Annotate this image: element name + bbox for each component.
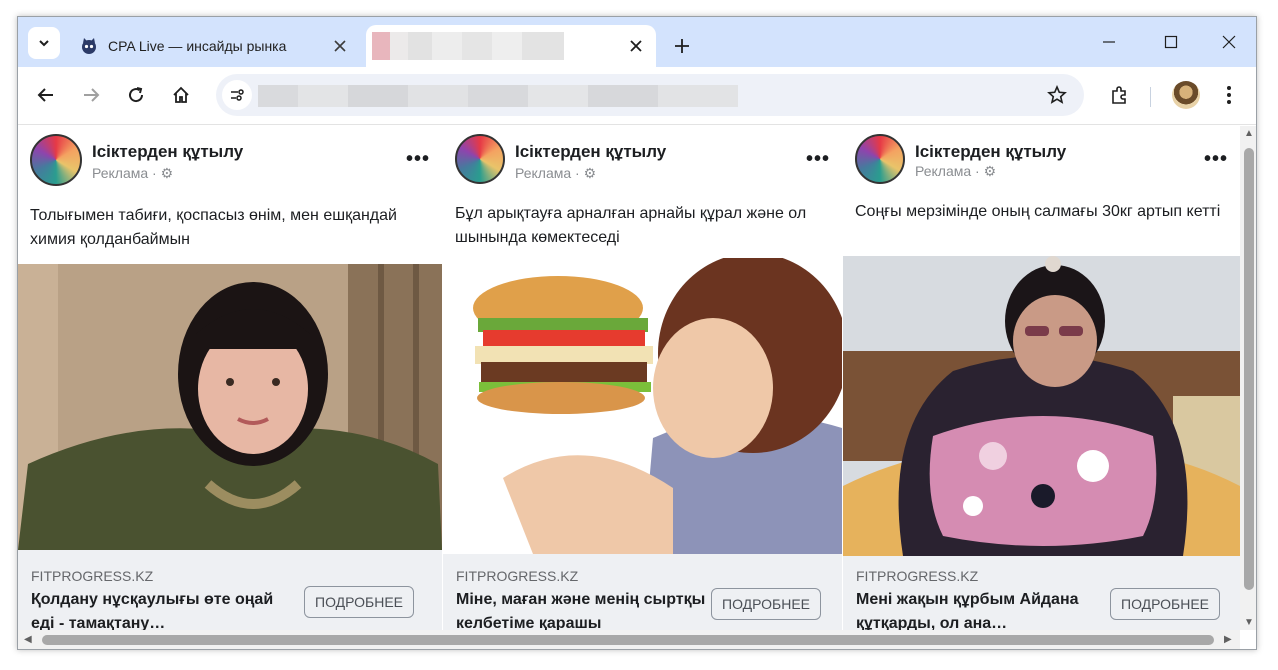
- maximize-icon: [1164, 35, 1178, 49]
- learn-more-button[interactable]: ПОДРОБНЕЕ: [1110, 588, 1221, 620]
- home-button[interactable]: [166, 80, 196, 110]
- address-bar[interactable]: [216, 74, 1084, 116]
- horizontal-scroll-thumb[interactable]: [42, 635, 1214, 645]
- toolbar-separator: [1150, 87, 1151, 107]
- menu-icon: [1227, 86, 1231, 104]
- ad-domain[interactable]: FITPROGRESS.KZ: [456, 568, 578, 584]
- ad-domain[interactable]: FITPROGRESS.KZ: [856, 568, 978, 584]
- ad-headline[interactable]: Мені жақын құрбым Айдана құтқарды, ол ан…: [856, 588, 1106, 630]
- browser-window: CPA Live — инсайды рынка Ісіктерден құты…: [17, 16, 1257, 650]
- ad-footer: FITPROGRESS.KZ Мені жақын құрбым Айдана …: [843, 556, 1240, 630]
- learn-more-button[interactable]: ПОДРОБНЕЕ: [304, 586, 415, 618]
- ad-photo-woman-green-sweater[interactable]: [18, 264, 442, 550]
- vertical-scrollbar[interactable]: ▲ ▼: [1240, 126, 1256, 630]
- ad-card: Ісіктерден құтылу Реклама · ⚙ ••• Бұл ар…: [443, 126, 842, 630]
- vertical-scroll-thumb[interactable]: [1244, 148, 1254, 590]
- extensions-icon: [1112, 86, 1126, 104]
- profile-avatar[interactable]: [1172, 81, 1200, 109]
- tab-title: CPA Live — инсайды рынка: [108, 38, 287, 54]
- ad-footer: FITPROGRESS.KZ Міне, маған және менің сы…: [443, 554, 842, 630]
- scroll-down-arrow-icon[interactable]: ▼: [1244, 617, 1254, 628]
- ad-photo-woman-eating-burger[interactable]: [443, 258, 842, 554]
- more-options-icon[interactable]: •••: [406, 148, 430, 171]
- more-options-icon[interactable]: •••: [1204, 148, 1228, 171]
- menu-button[interactable]: [1214, 80, 1244, 110]
- ad-photo: [843, 256, 1240, 556]
- blurred-tab-title: [372, 32, 564, 60]
- ad-headline[interactable]: Міне, маған және менің сыртқы келбетіме …: [456, 588, 706, 630]
- page-logo-avatar[interactable]: [455, 134, 505, 184]
- back-icon: [37, 88, 53, 102]
- forward-icon: [84, 88, 100, 102]
- page-name[interactable]: Ісіктерден құтылу: [915, 142, 1066, 162]
- minimize-button[interactable]: [1094, 29, 1124, 55]
- site-settings-icon: [231, 89, 244, 101]
- tab-close-icon[interactable]: [330, 36, 350, 56]
- ad-photo: [18, 264, 442, 550]
- scroll-up-arrow-icon[interactable]: ▲: [1244, 128, 1254, 139]
- page-content: Ісіктерден құтылу Реклама · ⚙ ••• Толығы…: [18, 126, 1240, 630]
- ad-header: Ісіктерден құтылу Реклама · ⚙ •••: [855, 134, 1228, 190]
- tab-search-button[interactable]: [28, 27, 60, 59]
- bookmark-button[interactable]: [1042, 80, 1072, 110]
- reload-button[interactable]: [121, 80, 151, 110]
- ad-photo: [443, 258, 842, 554]
- back-button[interactable]: [31, 80, 61, 110]
- plus-icon: [675, 39, 689, 53]
- tab-close-icon[interactable]: [626, 36, 646, 56]
- cat-favicon-icon: [82, 38, 96, 54]
- maximize-button[interactable]: [1156, 29, 1186, 55]
- ad-footer: FITPROGRESS.KZ Қолдану нұсқаулығы өте оң…: [18, 550, 442, 630]
- ad-text: Соңғы мерзімінде оның салмағы 30кг артып…: [855, 203, 1221, 220]
- close-icon: [1222, 35, 1236, 49]
- forward-button[interactable]: [76, 80, 106, 110]
- scroll-right-arrow-icon[interactable]: ▶: [1224, 634, 1232, 645]
- horizontal-scrollbar[interactable]: ◀ ▶: [18, 630, 1240, 649]
- close-window-button[interactable]: [1214, 29, 1244, 55]
- site-settings-button[interactable]: [222, 80, 252, 110]
- chevron-down-icon: [39, 40, 49, 47]
- ad-card: Ісіктерден құтылу Реклама · ⚙ ••• Соңғы …: [843, 126, 1240, 630]
- tab-active[interactable]: [366, 25, 656, 67]
- reload-icon: [129, 87, 144, 103]
- bookmark-star-icon: [1047, 85, 1067, 104]
- ad-text: Толығымен табиғи, қоспасыз өнім, мен ешқ…: [30, 207, 397, 248]
- home-icon: [173, 86, 189, 103]
- tab-strip: CPA Live — инсайды рынка: [18, 17, 1256, 67]
- ad-text: Бұл арықтауға арналған арнайы құрал және…: [455, 205, 807, 246]
- ad-header: Ісіктерден құтылу Реклама · ⚙ •••: [455, 134, 830, 190]
- sponsored-label: Реклама · ⚙: [515, 165, 597, 181]
- ad-card: Ісіктерден құтылу Реклама · ⚙ ••• Толығы…: [18, 126, 442, 630]
- ad-domain[interactable]: FITPROGRESS.KZ: [31, 568, 153, 584]
- browser-toolbar: [18, 67, 1256, 125]
- learn-more-button[interactable]: ПОДРОБНЕЕ: [711, 588, 822, 620]
- page-logo-avatar[interactable]: [855, 134, 905, 184]
- sponsored-label: Реклама · ⚙: [92, 165, 174, 181]
- scroll-left-arrow-icon[interactable]: ◀: [24, 634, 32, 645]
- more-options-icon[interactable]: •••: [806, 148, 830, 171]
- ad-header: Ісіктерден құтылу Реклама · ⚙ •••: [30, 134, 430, 190]
- tab-cpa-live[interactable]: CPA Live — инсайды рынка: [70, 25, 360, 67]
- page-name[interactable]: Ісіктерден құтылу: [515, 142, 666, 162]
- new-tab-button[interactable]: [668, 32, 696, 60]
- minimize-icon: [1103, 41, 1115, 43]
- blurred-url: [258, 85, 738, 107]
- sponsored-label: Реклама · ⚙: [915, 163, 997, 179]
- ad-headline[interactable]: Қолдану нұсқаулығы өте оңай еді - тамақт…: [31, 588, 281, 630]
- page-name[interactable]: Ісіктерден құтылу: [92, 142, 243, 162]
- ad-photo-woman-on-sofa[interactable]: [843, 256, 1240, 556]
- page-logo-avatar[interactable]: [30, 134, 82, 186]
- extensions-button[interactable]: [1104, 80, 1134, 110]
